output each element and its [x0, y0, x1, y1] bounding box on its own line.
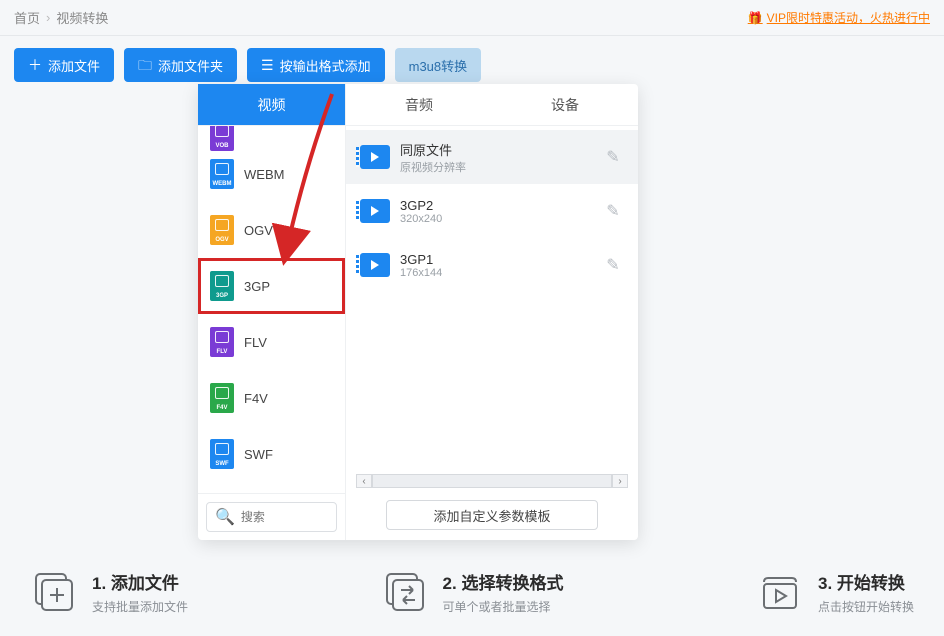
file-ext-badge: FLV — [217, 349, 228, 357]
edit-preset-icon[interactable]: ✎ — [602, 254, 624, 276]
file-type-icon: VOB — [210, 126, 234, 151]
breadcrumb-home[interactable]: 首页 — [14, 8, 40, 27]
add-folder-label: 添加文件夹 — [158, 56, 223, 75]
file-type-icon: 3GP — [210, 271, 234, 301]
preset-item[interactable]: 同原文件原视频分辨率 ✎ — [346, 130, 638, 184]
file-type-icon: WEBM — [210, 159, 234, 189]
steps-guide: 1. 添加文件 支持批量添加文件 2. 选择转换格式 可单个或者批量选择 3. … — [0, 568, 944, 616]
plus-icon: ＋ — [28, 58, 42, 72]
add-file-label: 添加文件 — [48, 56, 100, 75]
file-ext-badge: OGV — [215, 237, 228, 245]
horizontal-scrollbar[interactable]: ‹ › — [356, 472, 628, 490]
vip-promo-text: VIP限时特惠活动，火热进行中 — [767, 9, 930, 26]
category-tab-video[interactable]: 视频 — [198, 84, 345, 126]
format-list[interactable]: VOBWEBMWEBMOGVOGV3GP3GPFLVFLVF4VF4VSWFSW… — [198, 126, 345, 493]
scroll-right-arrow-icon[interactable]: › — [612, 474, 628, 488]
preset-tab-device[interactable]: 设备 — [492, 84, 638, 125]
folder-icon: 🗀 — [138, 58, 152, 72]
preset-title: 3GP2 — [400, 198, 442, 213]
format-item-swf[interactable]: SWF SWF — [198, 426, 345, 482]
add-file-button[interactable]: ＋ 添加文件 — [14, 48, 114, 82]
preset-list[interactable]: 同原文件原视频分辨率 ✎ 3GP2320x240 ✎ 3GP1176x144 ✎ — [346, 126, 638, 472]
m3u8-label: m3u8转换 — [409, 56, 468, 75]
breadcrumb: 首页 › 视频转换 — [14, 8, 108, 27]
add-file-step-icon — [30, 568, 78, 616]
step-1-title: 1. 添加文件 — [92, 569, 188, 594]
file-type-icon: F4V — [210, 383, 234, 413]
breadcrumb-current: 视频转换 — [56, 8, 108, 27]
top-bar: 首页 › 视频转换 🎁 VIP限时特惠活动，火热进行中 — [0, 0, 944, 36]
format-item-webm[interactable]: WEBM WEBM — [198, 146, 345, 202]
preset-column: 音频 设备 同原文件原视频分辨率✎3GP2320x240✎3GP1176x144… — [346, 84, 638, 540]
step-1: 1. 添加文件 支持批量添加文件 — [30, 568, 188, 616]
preset-title: 3GP1 — [400, 252, 442, 267]
edit-preset-icon[interactable]: ✎ — [602, 146, 624, 168]
vip-promo-link[interactable]: 🎁 VIP限时特惠活动，火热进行中 — [748, 9, 930, 26]
step-1-sub: 支持批量添加文件 — [92, 598, 188, 615]
preset-item[interactable]: 3GP2320x240 ✎ — [346, 184, 638, 238]
format-picker-popup: 视频 VOB WEBM WEBM OGV OGV 3GP 3GP FLV FLV F4V F4V SW… — [198, 84, 638, 540]
m3u8-convert-button[interactable]: m3u8转换 — [395, 48, 482, 82]
step-2: 2. 选择转换格式 可单个或者批量选择 — [381, 568, 564, 616]
preset-subtitle: 原视频分辨率 — [400, 159, 466, 175]
format-label: WEBM — [244, 167, 284, 182]
list-icon: ☰ — [261, 58, 274, 72]
file-ext-badge: SWF — [215, 461, 228, 469]
select-format-step-icon — [381, 568, 429, 616]
format-item-f4v[interactable]: F4V F4V — [198, 370, 345, 426]
video-thumb-icon — [360, 253, 390, 277]
file-ext-badge: VOB — [215, 143, 228, 151]
file-type-icon: SWF — [210, 439, 234, 469]
video-thumb-icon — [360, 145, 390, 169]
format-label: OGV — [244, 223, 273, 238]
file-type-icon: FLV — [210, 327, 234, 357]
format-label: 3GP — [244, 279, 270, 294]
step-2-title: 2. 选择转换格式 — [443, 569, 564, 594]
add-by-format-label: 按输出格式添加 — [280, 56, 371, 75]
file-ext-badge: 3GP — [216, 293, 228, 301]
scroll-track[interactable] — [372, 474, 612, 488]
file-ext-badge: WEBM — [213, 181, 232, 189]
format-item-vob[interactable]: VOB — [198, 126, 345, 146]
format-item-ogv[interactable]: OGV OGV — [198, 202, 345, 258]
add-by-format-button[interactable]: ☰ 按输出格式添加 — [247, 48, 385, 82]
start-convert-step-icon — [756, 568, 804, 616]
search-icon: 🔍 — [215, 507, 235, 527]
format-label: FLV — [244, 335, 267, 350]
preset-item[interactable]: 3GP1176x144 ✎ — [346, 238, 638, 292]
chevron-right-icon: › — [46, 10, 50, 25]
file-type-icon: OGV — [210, 215, 234, 245]
step-3-title: 3. 开始转换 — [818, 569, 914, 594]
step-3: 3. 开始转换 点击按钮开始转换 — [756, 568, 914, 616]
file-ext-badge: F4V — [216, 405, 227, 413]
preset-subtitle: 176x144 — [400, 267, 442, 279]
add-custom-preset-button[interactable]: 添加自定义参数模板 — [386, 500, 598, 530]
format-label: F4V — [244, 391, 268, 406]
preset-title: 同原文件 — [400, 140, 466, 159]
search-box[interactable]: 🔍 — [206, 502, 337, 532]
add-folder-button[interactable]: 🗀 添加文件夹 — [124, 48, 237, 82]
format-column: 视频 VOB WEBM WEBM OGV OGV 3GP 3GP FLV FLV F4V F4V SW… — [198, 84, 346, 540]
edit-preset-icon[interactable]: ✎ — [602, 200, 624, 222]
step-2-sub: 可单个或者批量选择 — [443, 598, 564, 615]
gift-icon: 🎁 — [748, 11, 763, 25]
video-thumb-icon — [360, 199, 390, 223]
step-3-sub: 点击按钮开始转换 — [818, 598, 914, 615]
format-label: SWF — [244, 447, 273, 462]
preset-tab-audio[interactable]: 音频 — [346, 84, 492, 125]
format-item-3gp[interactable]: 3GP 3GP — [198, 258, 345, 314]
scroll-left-arrow-icon[interactable]: ‹ — [356, 474, 372, 488]
preset-subtitle: 320x240 — [400, 213, 442, 225]
format-item-flv[interactable]: FLV FLV — [198, 314, 345, 370]
